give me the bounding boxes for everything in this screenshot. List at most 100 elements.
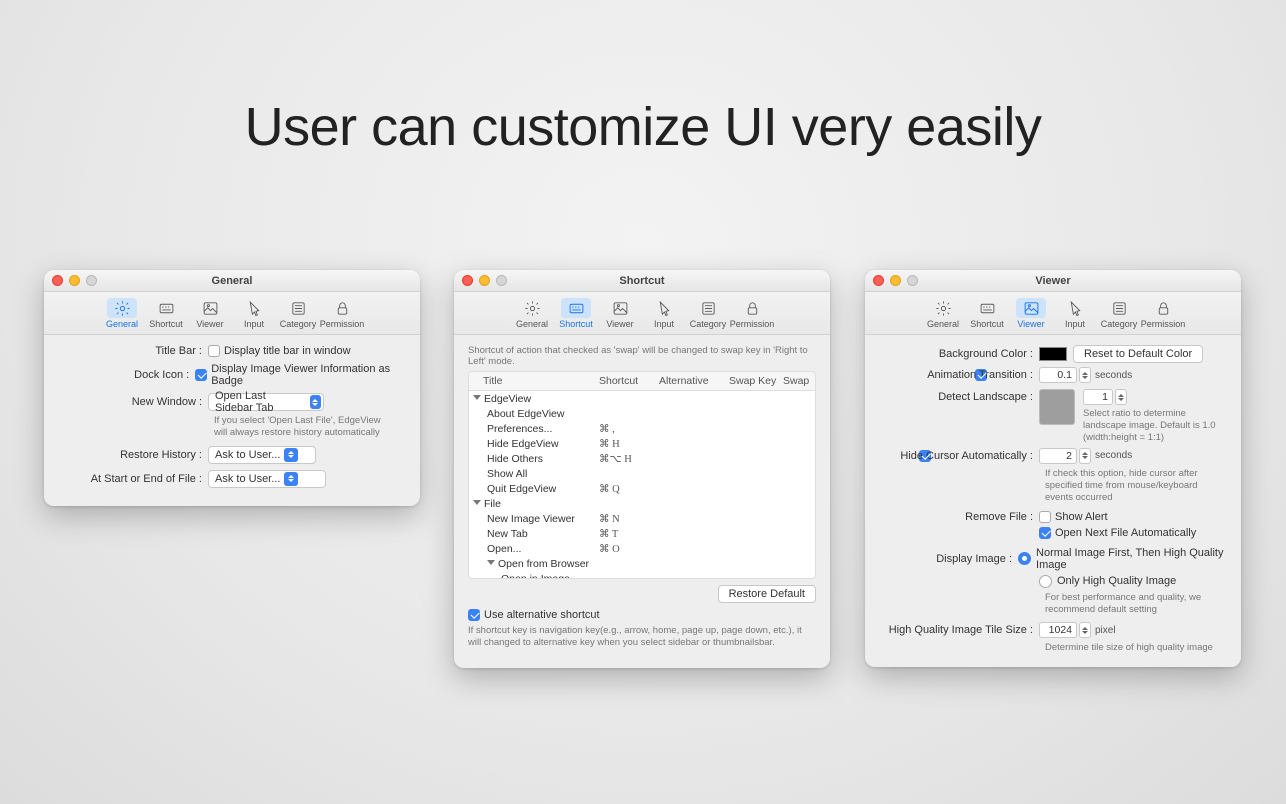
shortcut-row[interactable]: Preferences...⌘ ,	[469, 421, 815, 436]
close-icon[interactable]	[873, 275, 884, 286]
tab-category[interactable]: Category	[688, 296, 728, 331]
shortcut-row[interactable]: Hide EdgeView⌘ H	[469, 436, 815, 451]
minimize-icon[interactable]	[890, 275, 901, 286]
tab-shortcut[interactable]: Shortcut	[967, 296, 1007, 331]
shortcut-row[interactable]: Open...⌘ O	[469, 541, 815, 556]
disclosure-triangle-icon[interactable]	[473, 500, 481, 505]
stepper-hide-cursor[interactable]	[1079, 448, 1091, 464]
tab-permission[interactable]: Permission	[1143, 296, 1183, 331]
close-icon[interactable]	[462, 275, 473, 286]
disclosure-triangle-icon[interactable]	[487, 560, 495, 565]
radio-hq-only-label[interactable]: Only High Quality Image	[1057, 575, 1176, 587]
tab-permission[interactable]: Permission	[322, 296, 362, 331]
stepper-landscape[interactable]	[1115, 389, 1127, 405]
checkbox-title-bar[interactable]	[208, 345, 220, 357]
select-start-end[interactable]: Ask to User...	[208, 470, 326, 488]
select-new-window-value: Open Last Sidebar Tab	[215, 390, 306, 414]
radio-normal-first[interactable]	[1018, 552, 1031, 565]
stepper-tile-size[interactable]	[1079, 622, 1091, 638]
checkbox-dock-icon[interactable]	[195, 369, 207, 381]
shortcut-row[interactable]: Open in Image...	[469, 571, 815, 579]
minimize-icon[interactable]	[479, 275, 490, 286]
color-swatch-background[interactable]	[1039, 347, 1067, 361]
field-animation-seconds[interactable]: 0.1	[1039, 367, 1077, 383]
tab-permission-label: Permission	[320, 319, 365, 329]
radio-normal-first-label[interactable]: Normal Image First, Then High Quality Im…	[1036, 547, 1227, 571]
label-dock-icon: Dock Icon :	[58, 369, 195, 381]
tab-input[interactable]: Input	[234, 296, 274, 331]
checkbox-title-bar-text[interactable]: Display title bar in window	[224, 345, 351, 357]
col-alternative: Alternative	[659, 375, 729, 387]
tab-viewer[interactable]: Viewer	[190, 296, 230, 331]
restore-default-button[interactable]: Restore Default	[718, 585, 816, 603]
checkbox-use-alternative-label[interactable]: Use alternative shortcut	[484, 609, 600, 621]
shortcut-row[interactable]: New Tab⌘ T	[469, 526, 815, 541]
viewer-icon	[605, 298, 635, 318]
field-tile-size[interactable]: 1024	[1039, 622, 1077, 638]
reset-color-button[interactable]: Reset to Default Color	[1073, 345, 1203, 363]
tab-viewer[interactable]: Viewer	[600, 296, 640, 331]
tab-viewer[interactable]: Viewer	[1011, 296, 1051, 331]
shortcut-row-key[interactable]: ⌘ O	[599, 543, 659, 555]
shortcut-row-key[interactable]: ⌘ H	[599, 438, 659, 450]
tab-input[interactable]: Input	[1055, 296, 1095, 331]
tab-shortcut-label: Shortcut	[559, 319, 593, 329]
tab-permission[interactable]: Permission	[732, 296, 772, 331]
shortcut-row[interactable]: Hide Others⌘⌥ H	[469, 451, 815, 466]
col-swap: Swap	[783, 375, 816, 387]
select-restore-history[interactable]: Ask to User...	[208, 446, 316, 464]
field-landscape-ratio[interactable]: 1	[1083, 389, 1113, 405]
window-viewer: Viewer GeneralShortcutViewerInputCategor…	[865, 270, 1241, 667]
label-detect-landscape: Detect Landscape :	[879, 389, 1039, 403]
stepper-animation[interactable]	[1079, 367, 1091, 383]
titlebar[interactable]: Shortcut	[454, 270, 830, 292]
tab-shortcut[interactable]: Shortcut	[146, 296, 186, 331]
tab-input[interactable]: Input	[644, 296, 684, 331]
checkbox-open-next[interactable]	[1039, 527, 1051, 539]
shortcut-row[interactable]: File	[469, 496, 815, 511]
shortcut-row[interactable]: New Image Viewer⌘ N	[469, 511, 815, 526]
select-new-window[interactable]: Open Last Sidebar Tab	[208, 393, 324, 411]
shortcut-row[interactable]: Quit EdgeView⌘ Q	[469, 481, 815, 496]
tab-shortcut[interactable]: Shortcut	[556, 296, 596, 331]
shortcut-row[interactable]: About EdgeView	[469, 406, 815, 421]
tab-category-label: Category	[280, 319, 317, 329]
shortcut-row-key[interactable]: ⌘ ,	[599, 423, 659, 435]
checkbox-open-next-label[interactable]: Open Next File Automatically	[1055, 527, 1196, 539]
shortcut-row-key[interactable]: ⌘ Q	[599, 483, 659, 495]
unit-seconds: seconds	[1095, 370, 1132, 381]
shortcut-row-key[interactable]: ⌘ N	[599, 513, 659, 525]
tab-general[interactable]: General	[102, 296, 142, 331]
tab-general[interactable]: General	[923, 296, 963, 331]
checkbox-dock-icon-text[interactable]: Display Image Viewer Information as Badg…	[211, 363, 406, 387]
tab-general[interactable]: General	[512, 296, 552, 331]
checkbox-show-alert-label[interactable]: Show Alert	[1055, 511, 1108, 523]
checkbox-use-alternative[interactable]	[468, 609, 480, 621]
disclosure-triangle-icon[interactable]	[473, 395, 481, 400]
category-icon	[283, 298, 313, 318]
radio-hq-only[interactable]	[1039, 575, 1052, 588]
shortcut-row[interactable]: EdgeView	[469, 391, 815, 406]
close-icon[interactable]	[52, 275, 63, 286]
label-bg-color: Background Color :	[879, 348, 1039, 360]
shortcut-row-key[interactable]: ⌘ T	[599, 528, 659, 540]
titlebar[interactable]: Viewer	[865, 270, 1241, 292]
minimize-icon[interactable]	[69, 275, 80, 286]
general-icon	[928, 298, 958, 318]
shortcut-row-key[interactable]: ⌘⌥ H	[599, 453, 659, 465]
tab-input-label: Input	[654, 319, 674, 329]
tab-category[interactable]: Category	[278, 296, 318, 331]
tab-category[interactable]: Category	[1099, 296, 1139, 331]
window-general: General GeneralShortcutViewerInputCatego…	[44, 270, 420, 506]
titlebar[interactable]: General	[44, 270, 420, 292]
zoom-icon	[496, 275, 507, 286]
shortcut-row[interactable]: Show All	[469, 466, 815, 481]
tab-viewer-label: Viewer	[606, 319, 633, 329]
checkbox-show-alert[interactable]	[1039, 511, 1051, 523]
zoom-icon	[907, 275, 918, 286]
shortcut-row[interactable]: Open from Browser	[469, 556, 815, 571]
field-hide-cursor-seconds[interactable]: 2	[1039, 448, 1077, 464]
shortcut-table[interactable]: Title Shortcut Alternative Swap Key Swap…	[468, 371, 816, 579]
window-title: Shortcut	[619, 275, 664, 287]
shortcut-row-title: Open in Image...	[501, 573, 579, 580]
